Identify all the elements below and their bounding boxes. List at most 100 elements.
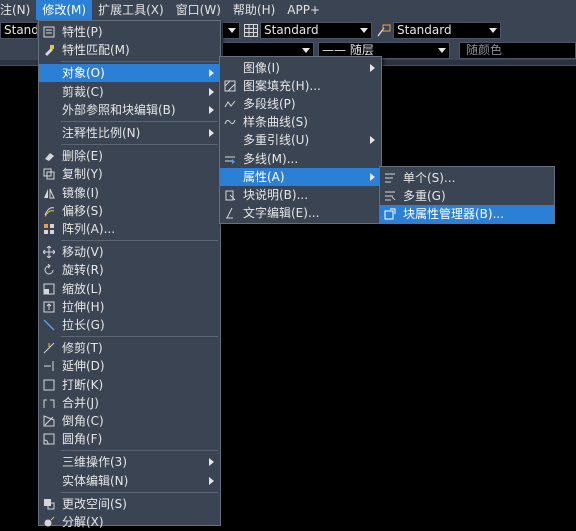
dim-style-combo-end[interactable] — [222, 22, 240, 39]
modify-menu-item[interactable]: 分解(X) — [39, 513, 220, 531]
menubar-window[interactable]: 窗口(W) — [170, 0, 227, 20]
modify-menu-item-label: 偏移(S) — [62, 203, 103, 218]
modify-menu-item-label: 圆角(F) — [62, 432, 103, 447]
object-menu-item-label: 图案填充(H)... — [243, 79, 321, 94]
single-attribute-icon — [385, 173, 395, 183]
object-menu-item[interactable]: 样条曲线(S) — [220, 113, 381, 131]
lineweight-value: 随颜色 — [466, 43, 503, 57]
explode-icon — [44, 516, 55, 527]
properties-icon — [43, 26, 55, 38]
modify-menu-item[interactable]: 三维操作(3) — [39, 453, 220, 471]
modify-menu-item-label: 修剪(T) — [62, 341, 103, 356]
modify-menu-item-label: 移动(V) — [62, 245, 104, 260]
modify-menu-item-label: 缩放(L) — [62, 281, 103, 296]
attribute-menu-item[interactable]: 块属性管理器(B)... — [380, 205, 554, 224]
trim-icon — [43, 342, 55, 354]
modify-menu-item[interactable]: 实体编辑(N) — [39, 472, 220, 490]
multileader-style-icon — [377, 24, 391, 37]
lineweight-combo[interactable]: 随颜色 — [459, 42, 576, 59]
menubar-extensions[interactable]: 扩展工具(X) — [92, 0, 170, 20]
modify-menu-item-label: 特性匹配(M) — [62, 43, 130, 58]
submenu-arrow-icon — [209, 69, 214, 78]
modify-menu-item[interactable]: 拉长(G) — [39, 316, 220, 334]
modify-menu-item[interactable]: 镜像(I) — [39, 184, 220, 202]
object-menu-item[interactable]: 属性(A) — [220, 167, 381, 186]
modify-menu-separator — [61, 144, 218, 146]
modify-menu-item[interactable]: 复制(Y) — [39, 165, 220, 183]
modify-menu-item[interactable]: 对象(O) — [39, 64, 220, 83]
table-style-combo[interactable]: Standard — [260, 22, 372, 39]
modify-menu-item[interactable]: 删除(E) — [39, 147, 220, 165]
copy-icon — [43, 168, 55, 180]
modify-menu-separator — [61, 61, 218, 63]
object-menu-item[interactable]: 多段线(P) — [220, 95, 381, 113]
modify-menu-item[interactable]: 缩放(L) — [39, 280, 220, 298]
modify-menu-item[interactable]: 特性匹配(M) — [39, 41, 220, 59]
attribute-menu-item[interactable]: 单个(S)... — [380, 169, 554, 187]
multileader-style-combo[interactable]: Standard — [393, 22, 501, 39]
modify-menu-item[interactable]: 修剪(T) — [39, 339, 220, 357]
modify-menu-item[interactable]: 圆角(F) — [39, 430, 220, 448]
chamfer-icon — [43, 415, 55, 427]
modify-menu-item[interactable]: 旋转(R) — [39, 261, 220, 279]
submenu-arrow-icon — [209, 458, 214, 467]
rotate-icon — [44, 264, 54, 275]
modify-menu-item-label: 删除(E) — [62, 149, 103, 164]
modify-menu-item[interactable]: 偏移(S) — [39, 202, 220, 220]
object-menu-item[interactable]: 图像(I) — [220, 59, 381, 77]
modify-menu-separator — [61, 450, 218, 452]
modify-menu-item[interactable]: 阵列(A)... — [39, 220, 220, 238]
lengthen-icon — [43, 319, 55, 331]
text-edit-icon — [226, 207, 233, 219]
chevron-down-icon — [438, 48, 446, 53]
object-menu-item[interactable]: 多重引线(U) — [220, 131, 381, 149]
submenu-arrow-icon — [209, 476, 214, 485]
modify-menu-item-label: 实体编辑(N) — [62, 473, 129, 488]
block-description-icon — [225, 190, 236, 201]
modify-menu-item[interactable]: 延伸(D) — [39, 357, 220, 375]
modify-menu-item-label: 镜像(I) — [62, 185, 99, 200]
modify-menu-item[interactable]: 倒角(C) — [39, 412, 220, 430]
object-menu-item[interactable]: 图案填充(H)... — [220, 77, 381, 95]
object-menu-item-label: 多重引线(U) — [243, 133, 310, 148]
object-menu-item[interactable]: 多线(M)... — [220, 150, 381, 168]
attribute-menu-item[interactable]: 多重(G) — [380, 187, 554, 205]
modify-menu-item[interactable]: 剪裁(C) — [39, 83, 220, 101]
modify-menu-item[interactable]: 更改空间(S) — [39, 495, 220, 513]
mirror-icon — [44, 188, 55, 199]
modify-menu-item-label: 旋转(R) — [62, 263, 104, 278]
spline-icon — [224, 120, 236, 125]
modify-menu-item[interactable]: 移动(V) — [39, 243, 220, 261]
object-menu-item[interactable]: 文字编辑(E)... — [220, 204, 381, 222]
array-icon — [44, 224, 54, 234]
modify-menu: 特性(P) 特性匹配(M) 对象(O) 剪裁(C) 外部参照和块编辑(B) 注释性比例(N… — [38, 20, 221, 529]
modify-menu-item[interactable]: 特性(P) — [39, 23, 220, 41]
scale-icon — [43, 283, 55, 295]
modify-menu-item-label: 三维操作(3) — [62, 455, 127, 470]
text-style-combo[interactable]: Standa — [0, 22, 38, 39]
modify-menu-item-label: 拉伸(H) — [62, 299, 105, 314]
modify-menu-item[interactable]: 拉伸(H) — [39, 298, 220, 316]
menubar-modify[interactable]: 修改(M) — [36, 0, 93, 20]
modify-menu-separator — [61, 240, 218, 242]
multileader-style-value: Standard — [397, 23, 452, 37]
menubar: 注(N) 修改(M) 扩展工具(X) 窗口(W) 帮助(H) APP+ — [0, 0, 576, 20]
submenu-arrow-icon — [209, 129, 214, 137]
submenu-arrow-icon — [370, 136, 375, 145]
object-menu-item-label: 样条曲线(S) — [243, 115, 308, 130]
modify-menu-separator — [61, 336, 218, 338]
menubar-app-plus[interactable]: APP+ — [281, 0, 326, 20]
object-menu-item[interactable]: 块说明(B)... — [220, 186, 381, 204]
modify-menu-item[interactable]: 注释性比例(N) — [39, 124, 220, 142]
object-menu-item-label: 块说明(B)... — [243, 187, 309, 202]
object-menu-item-label: 图像(I) — [243, 61, 280, 75]
menubar-help[interactable]: 帮助(H) — [227, 0, 281, 20]
table-style-icon — [244, 24, 258, 37]
menubar-annotate[interactable]: 注(N) — [0, 0, 36, 20]
modify-menu-item[interactable]: 外部参照和块编辑(B) — [39, 101, 220, 119]
modify-menu-item[interactable]: 合并(J) — [39, 394, 220, 412]
chevron-down-icon — [302, 48, 310, 53]
modify-menu-item[interactable]: 打断(K) — [39, 376, 220, 394]
fillet-icon — [43, 433, 55, 445]
modify-menu-item-label: 对象(O) — [62, 66, 105, 81]
